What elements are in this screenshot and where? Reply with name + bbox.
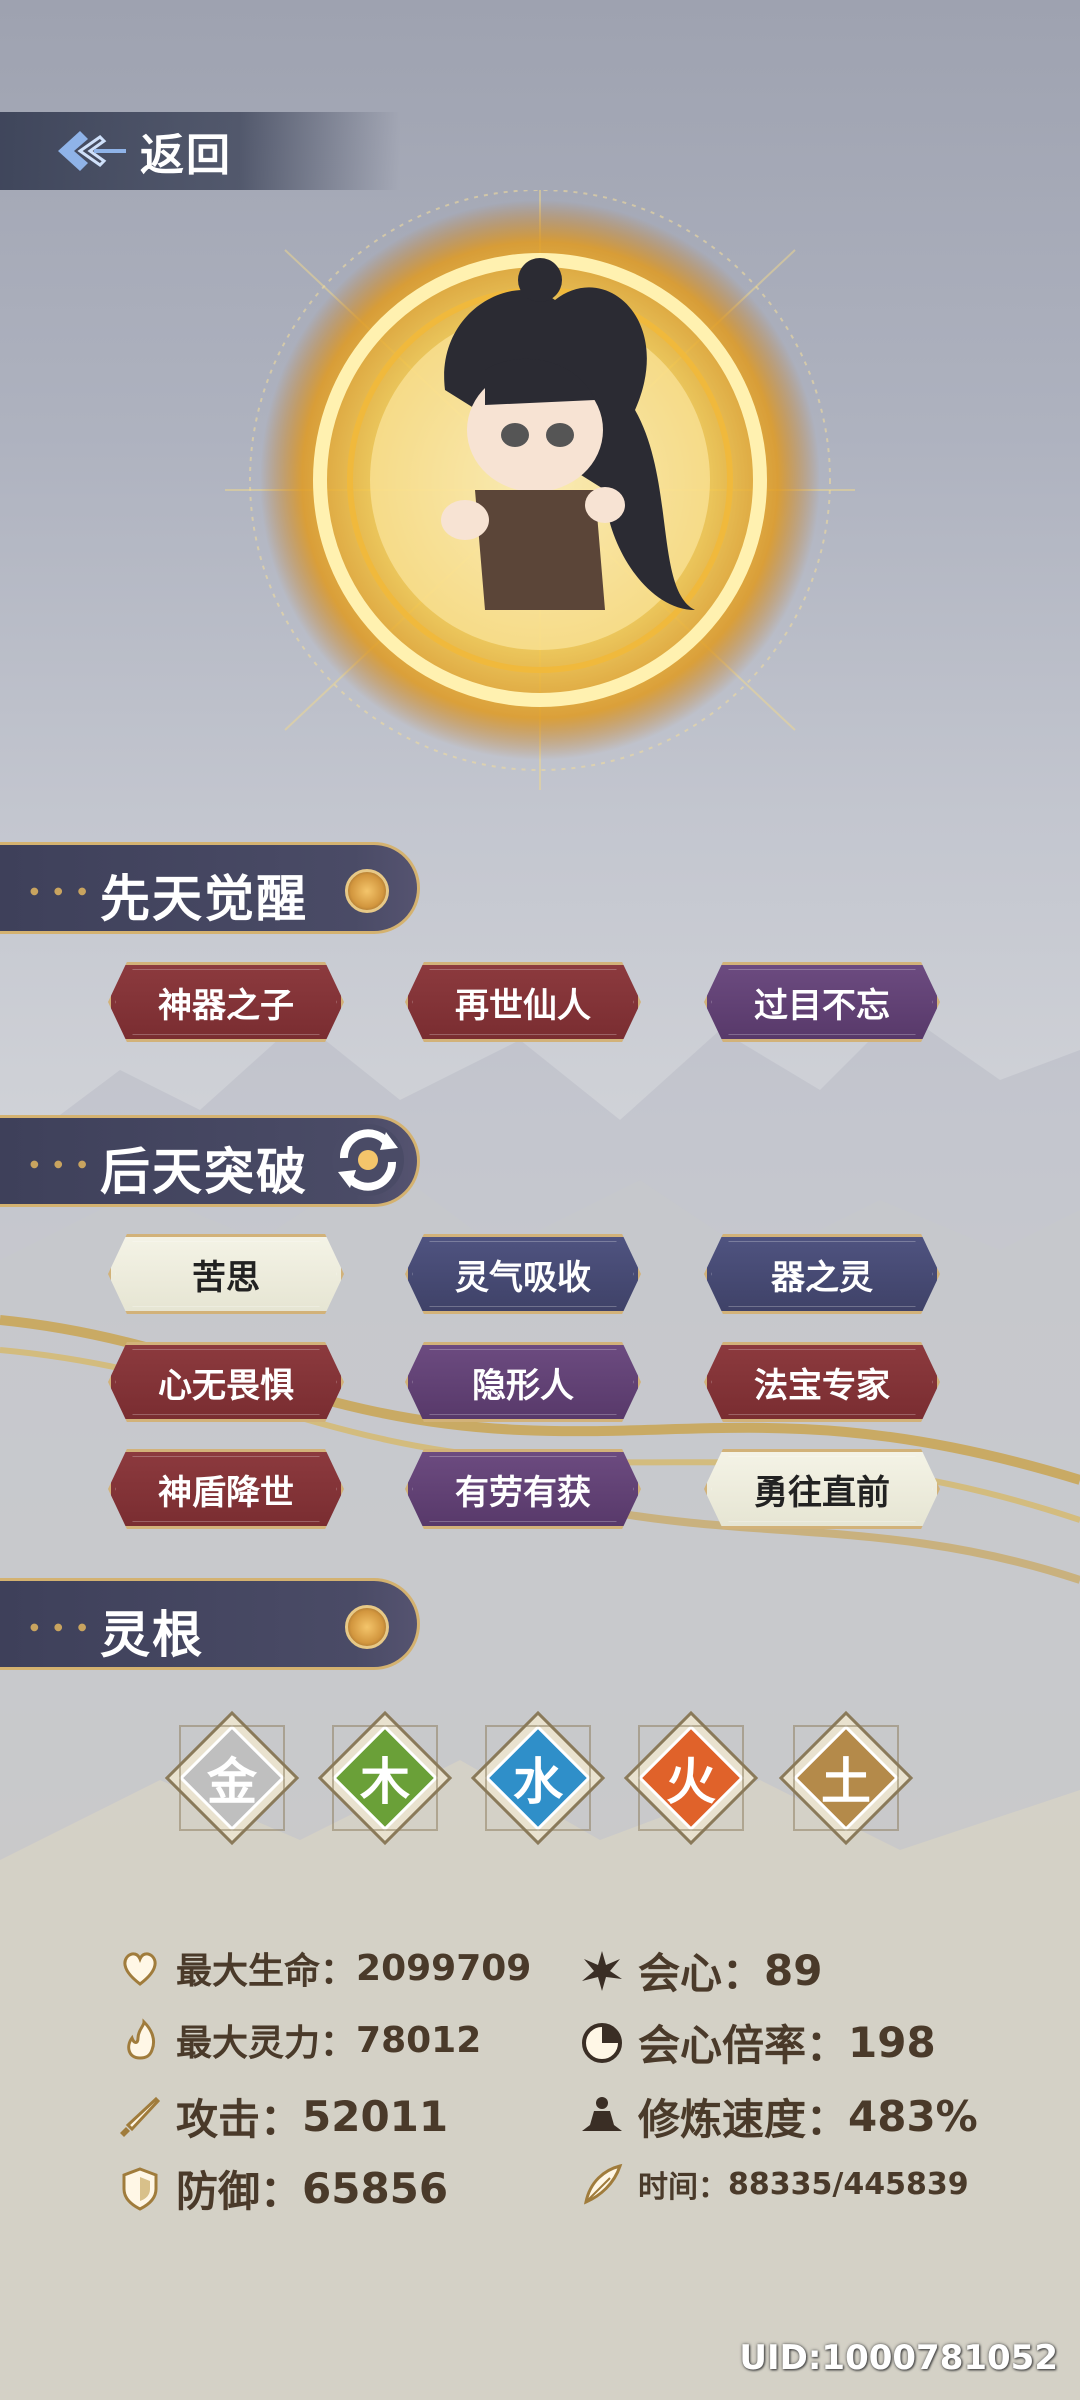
shield-icon xyxy=(122,2166,158,2211)
stat-attack: 攻击： 52011 xyxy=(118,2086,448,2147)
stat-crit: 会心： 89 xyxy=(580,1940,822,2001)
stat-cultivation-speed: 修炼速度： 483% xyxy=(580,2086,978,2147)
stat-max-spirit: 最大灵力： 78012 xyxy=(118,2014,481,2066)
acquired-trait-tag[interactable]: 苦思 xyxy=(108,1234,344,1314)
decor-dots: ● ● ● xyxy=(30,1159,93,1170)
acquired-trait-tag[interactable]: 有劳有获 xyxy=(405,1449,641,1529)
refresh-icon[interactable] xyxy=(326,1118,410,1202)
acquired-trait-tag[interactable]: 法宝专家 xyxy=(704,1342,940,1422)
spirit-root-water[interactable]: 水 xyxy=(468,1708,608,1848)
decor-dots: ● ● ● xyxy=(30,1622,93,1633)
spirit-root-glyph: 火 xyxy=(666,1753,716,1811)
feather-icon xyxy=(583,2163,623,2205)
uid-label: UID:1000781052 xyxy=(739,2338,1058,2378)
spirit-root-glyph: 土 xyxy=(821,1753,871,1811)
acquired-trait-tag[interactable]: 神盾降世 xyxy=(108,1449,344,1529)
section-header-root: ● ● ● 灵根 xyxy=(0,1578,420,1670)
section-title: 先天觉醒 xyxy=(100,870,308,928)
stat-max-hp: 最大生命： 2099709 xyxy=(118,1942,531,1994)
innate-trait-tag[interactable]: 再世仙人 xyxy=(405,962,641,1042)
spirit-root-earth[interactable]: 土 xyxy=(776,1708,916,1848)
innate-trait-tag[interactable]: 神器之子 xyxy=(108,962,344,1042)
stat-defense: 防御： 65856 xyxy=(118,2158,448,2219)
spirit-root-glyph: 木 xyxy=(360,1753,410,1811)
acquired-trait-tag[interactable]: 隐形人 xyxy=(405,1342,641,1422)
spirit-root-glyph: 水 xyxy=(513,1753,563,1811)
heart-icon xyxy=(123,1952,157,1986)
character-avatar[interactable] xyxy=(225,190,855,790)
section-header-innate: ● ● ● 先天觉醒 xyxy=(0,842,420,934)
flame-icon xyxy=(127,2018,156,2060)
section-title: 后天突破 xyxy=(100,1143,308,1201)
gem-icon xyxy=(345,869,389,913)
back-label: 返回 xyxy=(140,130,232,181)
spirit-root-metal[interactable]: 金 xyxy=(162,1708,302,1848)
stat-crit-rate: 会心倍率： 198 xyxy=(580,2012,936,2073)
acquired-trait-tag[interactable]: 灵气吸收 xyxy=(405,1234,641,1314)
back-button[interactable]: 返回 xyxy=(0,112,400,190)
gem-icon xyxy=(345,1605,389,1649)
back-arrow-icon xyxy=(58,131,126,171)
acquired-trait-tag[interactable]: 心无畏惧 xyxy=(108,1342,344,1422)
spirit-root-fire[interactable]: 火 xyxy=(621,1708,761,1848)
spirit-root-wood[interactable]: 木 xyxy=(315,1708,455,1848)
acquired-trait-tag[interactable]: 勇往直前 xyxy=(704,1449,940,1529)
burst-icon xyxy=(582,1950,622,1991)
innate-trait-tag[interactable]: 过目不忘 xyxy=(704,962,940,1042)
section-title: 灵根 xyxy=(100,1606,204,1664)
spirit-root-glyph: 金 xyxy=(207,1753,257,1811)
sword-icon xyxy=(120,2096,161,2137)
meditation-icon xyxy=(582,2096,622,2131)
target-icon xyxy=(582,2022,622,2063)
stat-time: 时间： 88335/445839 xyxy=(580,2162,969,2206)
acquired-trait-tag[interactable]: 器之灵 xyxy=(704,1234,940,1314)
decor-dots: ● ● ● xyxy=(30,886,93,897)
